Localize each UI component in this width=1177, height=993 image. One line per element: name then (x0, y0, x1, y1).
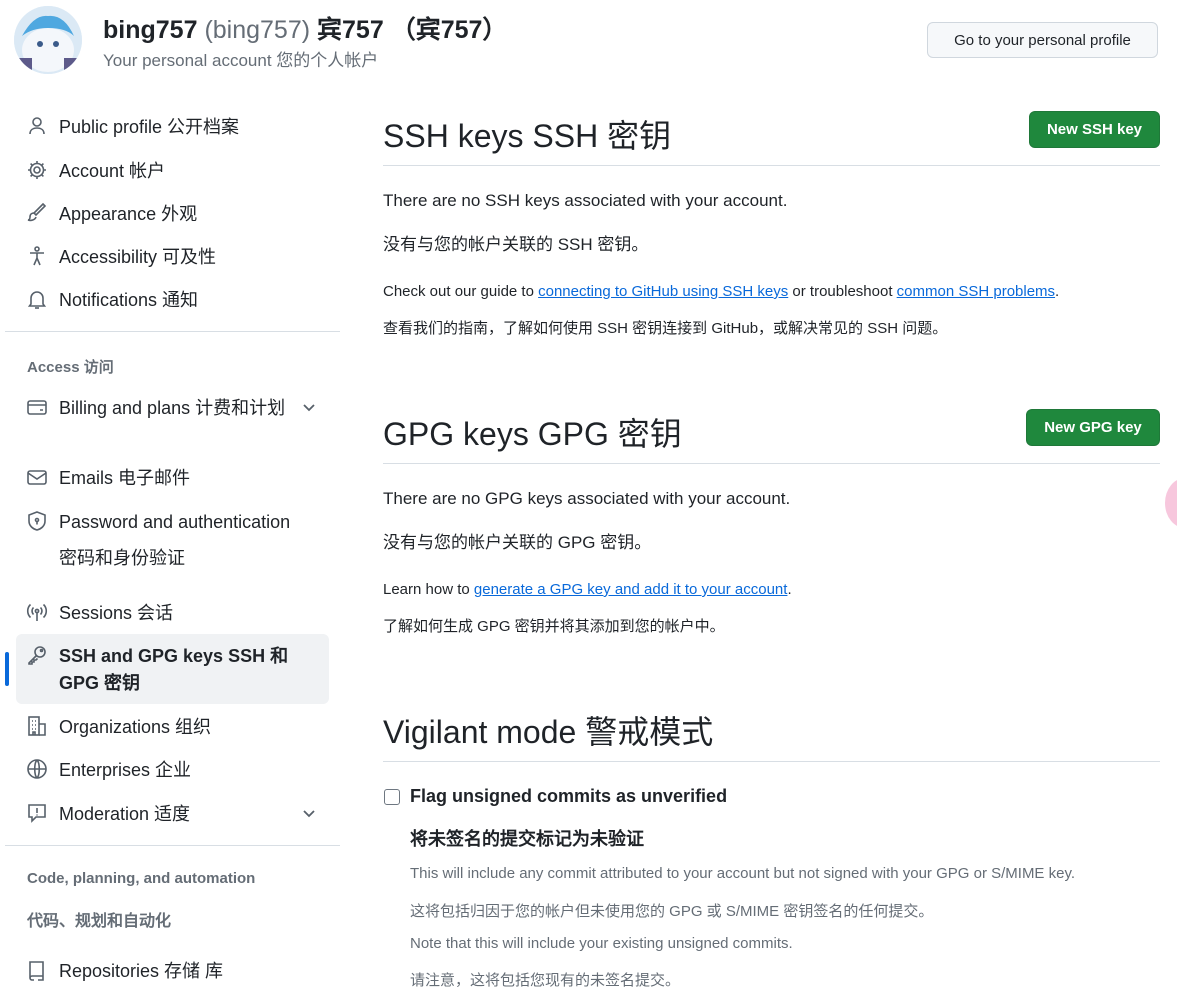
sidebar-item-label: Sessions 会话 (59, 603, 174, 623)
sidebar-item-label: Moderation 适度 (59, 804, 191, 824)
sidebar-item-repositories[interactable]: Repositories 存储 库 (16, 958, 329, 984)
vigilant-description-cn: 这将包括归因于您的帐户但未使用您的 GPG 或 S/MIME 密钥签名的任何提交… (410, 903, 934, 920)
chevron-down-icon[interactable] (299, 397, 319, 417)
mail-icon (26, 466, 48, 488)
display-name: 宾757 （宾757） (317, 16, 508, 44)
section-divider (383, 165, 1160, 166)
report-icon (26, 802, 48, 824)
sidebar-item-label: Organizations 组织 (59, 717, 212, 737)
sidebar-item-label: Account 帐户 (59, 161, 166, 181)
new-ssh-key-button[interactable]: New SSH key (1029, 111, 1160, 148)
paintbrush-icon (26, 202, 48, 224)
shield-lock-icon (26, 510, 48, 532)
sidebar-item-label: Emails 电子邮件 (59, 468, 191, 488)
gear-icon (26, 159, 48, 181)
flag-unsigned-label[interactable]: Flag unsigned commits as unverified (410, 786, 727, 807)
broadcast-icon (26, 601, 48, 623)
code-heading-cn: 代码、规划和自动化 (27, 913, 172, 930)
common-ssh-problems-link[interactable]: common SSH problems (897, 283, 1055, 300)
account-name: bing757 (bing757) 宾757 （宾757） (103, 10, 507, 46)
access-heading: Access 访问 (27, 359, 114, 376)
sidebar-divider (5, 845, 340, 846)
login-handle: (bing757) (204, 16, 311, 44)
vigilant-description: This will include any commit attributed … (410, 865, 1076, 882)
section-divider (383, 761, 1160, 762)
go-to-profile-button[interactable]: Go to your personal profile (927, 22, 1158, 58)
guide-prefix: Check out our guide to (383, 283, 539, 300)
ssh-empty-message: There are no SSH keys associated with yo… (383, 191, 788, 210)
ssh-keys-title: SSH keys SSH 密钥 (383, 118, 672, 154)
floating-widget[interactable] (1165, 478, 1177, 528)
gpg-empty-message: There are no GPG keys associated with yo… (383, 489, 791, 508)
sidebar-item-label: Appearance 外观 (59, 204, 198, 224)
ssh-empty-message-cn: 没有与您的帐户关联的 SSH 密钥。 (383, 235, 649, 254)
ssh-guide-text: Check out our guide to connecting to Git… (383, 283, 1059, 300)
globe-icon (26, 758, 48, 780)
learn-end: . (787, 581, 792, 598)
gpg-learn-text: Learn how to generate a GPG key and add … (383, 581, 792, 598)
repo-icon (26, 959, 48, 981)
sidebar-item-label: Enterprises 企业 (59, 760, 192, 780)
sidebar-item-label: SSH and GPG keys SSH 和 GPG 密钥 (59, 646, 289, 693)
sidebar-item-notifications[interactable]: Notifications 通知 (16, 287, 329, 313)
vigilant-mode-title: Vigilant mode 警戒模式 (383, 714, 714, 750)
section-divider (383, 463, 1160, 464)
sidebar-item-label: Password and authentication 密码和身份验证 (59, 512, 291, 568)
key-icon (26, 644, 48, 666)
gpg-learn-text-cn: 了解如何生成 GPG 密钥并将其添加到您的帐户中。 (383, 618, 725, 635)
vigilant-note: Note that this will include your existin… (410, 935, 793, 952)
gpg-keys-title: GPG keys GPG 密钥 (383, 416, 682, 452)
sidebar-item-label: Notifications 通知 (59, 290, 199, 310)
code-heading: Code, planning, and automation (27, 870, 256, 887)
learn-prefix: Learn how to (383, 581, 474, 598)
bell-icon (26, 288, 48, 310)
credit-card-icon (26, 396, 48, 418)
sidebar-item-organizations[interactable]: Organizations 组织 (16, 714, 329, 740)
sidebar-item-enterprises[interactable]: Enterprises 企业 (16, 757, 329, 783)
vigilant-note-cn: 请注意，这将包括您现有的未签名提交。 (410, 972, 681, 989)
sidebar-item-billing[interactable]: Billing and plans 计费和计划 (16, 395, 329, 421)
sidebar-item-ssh-gpg-keys[interactable]: SSH and GPG keys SSH 和 GPG 密钥 (16, 634, 329, 704)
sidebar-item-password[interactable]: Password and authentication 密码和身份验证 (16, 509, 329, 576)
organization-icon (26, 715, 48, 737)
sidebar-item-moderation[interactable]: Moderation 适度 (16, 801, 329, 827)
gpg-empty-message-cn: 没有与您的帐户关联的 GPG 密钥。 (383, 533, 652, 552)
sidebar-item-label: Billing and plans 计费和计划 (59, 398, 286, 418)
sidebar-item-accessibility[interactable]: Accessibility 可及性 (16, 244, 329, 270)
new-gpg-key-button[interactable]: New GPG key (1026, 409, 1160, 446)
account-subtitle: Your personal account 您的个人帐户 (103, 51, 379, 70)
sidebar-item-label: Public profile 公开档案 (59, 117, 240, 137)
sidebar-item-account[interactable]: Account 帐户 (16, 158, 329, 184)
sidebar-item-sessions[interactable]: Sessions 会话 (16, 600, 329, 626)
sidebar-item-appearance[interactable]: Appearance 外观 (16, 201, 329, 227)
accessibility-icon (26, 245, 48, 267)
guide-end: . (1055, 283, 1060, 300)
sidebar-item-emails[interactable]: Emails 电子邮件 (16, 465, 329, 491)
sidebar-item-label: Repositories 存储 库 (59, 961, 224, 981)
person-icon (26, 115, 48, 137)
connecting-ssh-link[interactable]: connecting to GitHub using SSH keys (538, 283, 788, 300)
avatar[interactable] (14, 6, 82, 74)
generate-gpg-key-link[interactable]: generate a GPG key and add it to your ac… (474, 581, 788, 598)
sidebar-item-public-profile[interactable]: Public profile 公开档案 (16, 114, 329, 140)
username: bing757 (103, 16, 198, 44)
flag-unsigned-checkbox[interactable] (384, 789, 400, 805)
chevron-down-icon[interactable] (299, 803, 319, 823)
sidebar-divider (5, 331, 340, 332)
sidebar-item-label: Accessibility 可及性 (59, 247, 217, 267)
active-indicator (5, 652, 9, 686)
ssh-guide-text-cn: 查看我们的指南，了解如何使用 SSH 密钥连接到 GitHub，或解决常见的 S… (383, 320, 948, 337)
flag-unsigned-label-cn: 将未签名的提交标记为未验证 (410, 829, 644, 849)
guide-middle: or troubleshoot (788, 283, 897, 300)
